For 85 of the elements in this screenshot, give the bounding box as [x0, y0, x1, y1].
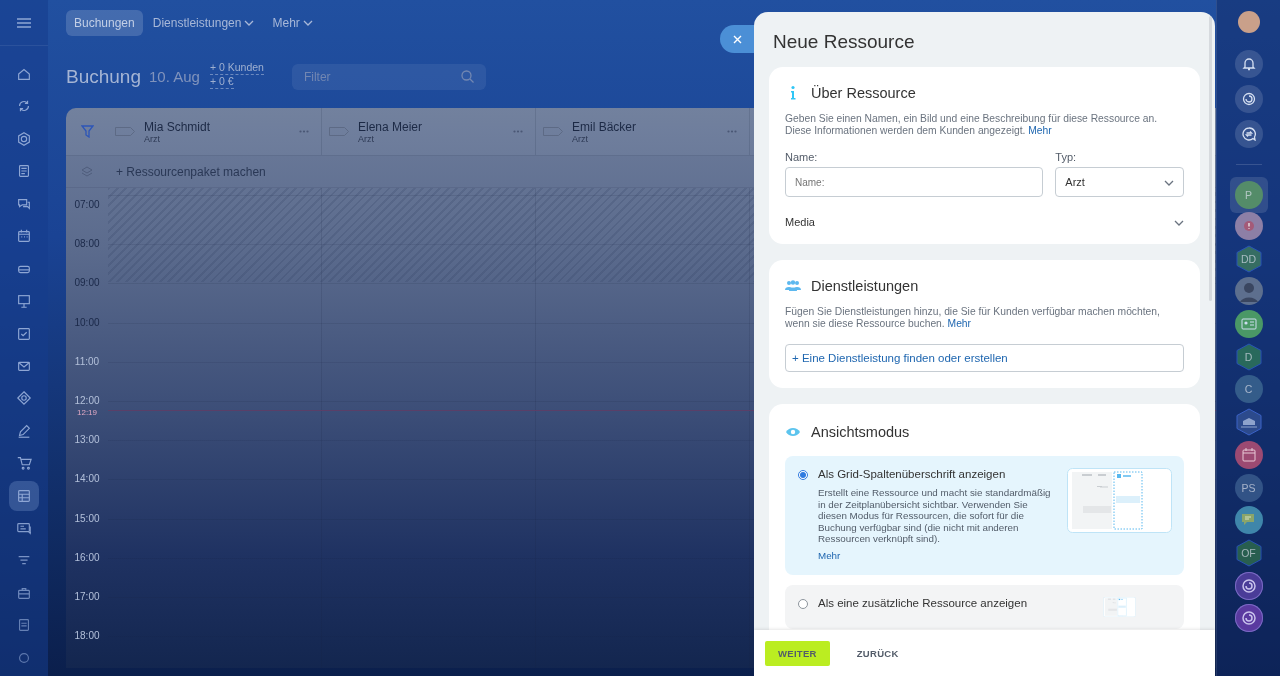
menu-icon[interactable] [17, 17, 31, 28]
view-mode-option[interactable]: Als eine zusätzliche Ressource anzeigen [785, 584, 1184, 629]
resource-role: Arzt [572, 133, 589, 144]
briefcase-icon [16, 585, 32, 601]
nav-tab[interactable]: Buchungen [66, 9, 143, 36]
nav-tab[interactable]: Dienstleistungen [144, 9, 263, 36]
notifications-button[interactable] [1234, 50, 1263, 78]
more-link[interactable]: Mehr [947, 318, 972, 329]
section-title: Dienstleistungen [811, 278, 919, 294]
type-dropdown[interactable]: Arzt [1055, 167, 1184, 197]
bell-icon [1241, 57, 1256, 71]
next-button[interactable]: WEITER [765, 640, 830, 666]
sidebar-item[interactable] [9, 480, 39, 511]
media-toggle[interactable]: Media [785, 216, 1184, 228]
nav-tab[interactable]: Mehr [264, 9, 321, 36]
swirl-button[interactable] [1234, 85, 1263, 113]
close-icon [733, 34, 742, 44]
time-label: 13:00 [73, 433, 101, 448]
chevron-down-icon [1174, 220, 1184, 226]
resource-role: Arzt [144, 133, 161, 144]
diamond-icon [16, 390, 32, 407]
swirl-icon [1241, 92, 1256, 106]
option-title: Als eine zusätzliche Ressource anzeigen [818, 596, 1029, 609]
name-field[interactable]: Name: [785, 167, 1044, 197]
time-label: 10:00 [73, 315, 101, 330]
panel-title: Neue Ressource [772, 30, 916, 54]
description-text: Geben Sie einen Namen, ein Bild und eine Beschreibung für diese Ressource an. Diese Informationen werden dem Kunden angezeigt. Mehr [785, 113, 1159, 137]
field-label: Typ: [1055, 151, 1078, 163]
resource-name: Emil Bäcker [572, 119, 637, 134]
section-title: Ansichtsmodus [811, 424, 910, 440]
option-title: Als Grid-Spaltenüberschrift anzeigen [818, 468, 1007, 480]
document-icon [16, 163, 32, 180]
time-label: 14:00 [73, 472, 101, 487]
time-label: 12:00 [73, 393, 101, 408]
clients-link[interactable]: + 0 Kunden [209, 60, 264, 75]
time-label: 15:00 [73, 511, 101, 526]
field-label: Name: [785, 151, 819, 163]
close-button[interactable] [720, 25, 754, 53]
option-description: Erstellt eine Ressource und macht sie standardmäßig in der Zeitplanübersicht sichtbar. Verwenden Sie diesen Modus für Ressourcen, die sofort für die Buchung verfügbar sind (die nicht mit anderen Ressourcen verknüpft sind). [818, 487, 1052, 545]
people-icon [785, 280, 801, 292]
search-icon [460, 70, 474, 83]
add-package-link[interactable]: + Ressourcenpaket machen [116, 164, 266, 179]
page-title: Buchung [66, 65, 141, 88]
radio-button[interactable] [798, 470, 808, 480]
layers-icon [81, 165, 93, 178]
date-label: 10. Aug [149, 68, 200, 85]
view-mode-option[interactable] [785, 456, 1184, 575]
more-link[interactable]: Mehr [1028, 125, 1052, 136]
calendar-icon [16, 228, 32, 245]
time-label: 09:00 [73, 276, 101, 291]
resource-name: Elena Meier [358, 119, 424, 134]
cart-icon [16, 455, 32, 472]
chat-arrows-icon [1241, 127, 1256, 141]
hexagon-icon [16, 130, 32, 147]
resource-name: Mia Schmidt [144, 119, 212, 134]
filter-field[interactable]: Filter [291, 63, 486, 90]
section-title: Über Ressource [811, 85, 916, 101]
eye-icon [785, 427, 801, 437]
resource-role: Arzt [358, 133, 375, 144]
back-button[interactable]: ZURÜCK [843, 640, 912, 666]
label-icon [328, 126, 350, 137]
radio-button[interactable] [798, 598, 808, 609]
label-icon [542, 126, 564, 137]
avatar[interactable] [1237, 11, 1260, 33]
card-chat-icon [16, 520, 32, 537]
checkbox-icon [16, 325, 32, 342]
document-icon [16, 617, 32, 634]
label-icon [114, 126, 136, 137]
home-icon [16, 66, 32, 82]
presentation-icon [16, 293, 32, 310]
time-label: 17:00 [73, 589, 101, 604]
chevron-down-icon [1164, 180, 1174, 186]
time-label: 16:00 [73, 550, 101, 565]
calendar-grid-icon [16, 487, 32, 504]
revenue-link[interactable]: + 0 € [209, 74, 234, 89]
add-service-field[interactable]: + Eine Dienstleistung finden oder erstellen [785, 344, 1184, 372]
current-time-label: 12:19 [76, 408, 98, 417]
description-text: Fügen Sie Dienstleistungen hinzu, die Sie für Kunden verfügbar machen möchten, wenn sie diese Ressource buchen. Mehr [785, 306, 1161, 330]
more-link[interactable]: Mehr [818, 549, 841, 561]
time-label: 08:00 [73, 237, 101, 252]
time-label: 11:00 [73, 354, 101, 369]
time-label: 07:00 [73, 198, 101, 212]
chat-button[interactable] [1234, 120, 1263, 148]
pen-icon [16, 422, 32, 439]
time-label: 18:00 [73, 629, 101, 644]
